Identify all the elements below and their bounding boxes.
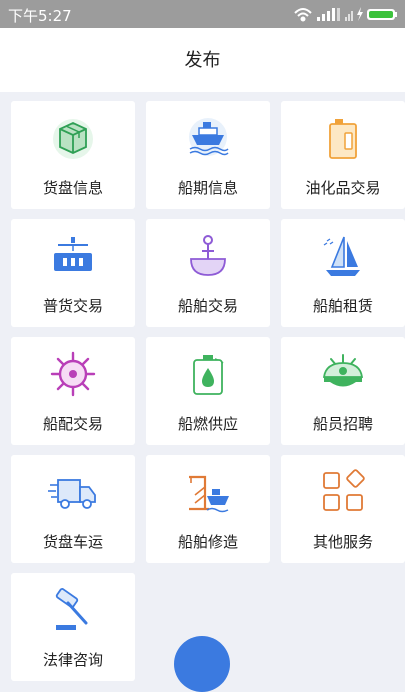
card-label: 船舶租赁	[312, 297, 373, 315]
card-label: 船舶交易	[177, 297, 238, 315]
fuel-can-icon	[193, 355, 224, 395]
card-label: 船舶修造	[177, 533, 238, 551]
card-legal-consultation[interactable]: 法律咨询	[11, 573, 135, 681]
cargo-box-icon	[53, 119, 93, 159]
card-label: 货盘车运	[42, 533, 103, 551]
card-cargo-info[interactable]: 货盘信息	[11, 101, 135, 209]
card-label: 船期信息	[177, 179, 238, 197]
card-label: 船燃供应	[177, 415, 238, 433]
page-title: 发布	[184, 50, 221, 71]
ship-schedule-icon	[189, 118, 229, 156]
anchor-icon	[190, 235, 226, 276]
card-label: 其他服务	[312, 533, 373, 551]
card-ship-leasing[interactable]: 船舶租赁	[281, 219, 405, 327]
card-general-cargo-trade[interactable]: 普货交易	[11, 219, 135, 327]
signal-icon-2	[345, 11, 353, 21]
wifi-icon	[294, 8, 312, 22]
truck-icon	[48, 479, 96, 509]
sailboat-icon	[323, 236, 360, 276]
charging-icon	[357, 7, 363, 21]
oil-drum-icon	[329, 119, 357, 159]
card-ship-trade[interactable]: 船舶交易	[146, 219, 270, 327]
ship-wheel-icon	[50, 351, 96, 397]
card-label: 船员招聘	[312, 415, 373, 433]
publish-fab-button[interactable]	[174, 636, 230, 692]
card-label: 船配交易	[42, 415, 103, 433]
card-ship-schedule[interactable]: 船期信息	[146, 101, 270, 209]
gavel-icon	[55, 588, 88, 630]
card-ship-repair-building[interactable]: 船舶修造	[146, 455, 270, 563]
status-bar: 下午5:27	[0, 0, 405, 28]
card-label: 普货交易	[42, 297, 103, 315]
card-cargo-truck-transport[interactable]: 货盘车运	[11, 455, 135, 563]
card-ship-parts-trade[interactable]: 船配交易	[11, 337, 135, 445]
card-other-services[interactable]: 其他服务	[281, 455, 405, 563]
battery-icon	[367, 9, 397, 20]
captain-hat-icon	[322, 354, 364, 387]
apps-grid-icon	[323, 469, 365, 511]
status-time: 下午5:27	[8, 7, 72, 25]
card-oil-chemical-trade[interactable]: 油化品交易	[281, 101, 405, 209]
header-bar: 发布	[0, 28, 405, 92]
signal-icon	[317, 8, 340, 21]
card-crew-recruitment[interactable]: 船员招聘	[281, 337, 405, 445]
card-label: 货盘信息	[42, 179, 103, 197]
status-icons	[294, 7, 397, 22]
card-label: 油化品交易	[305, 179, 381, 197]
card-ship-fuel-supply[interactable]: 船燃供应	[146, 337, 270, 445]
shipyard-crane-icon	[189, 475, 229, 513]
container-crane-icon	[54, 237, 92, 271]
